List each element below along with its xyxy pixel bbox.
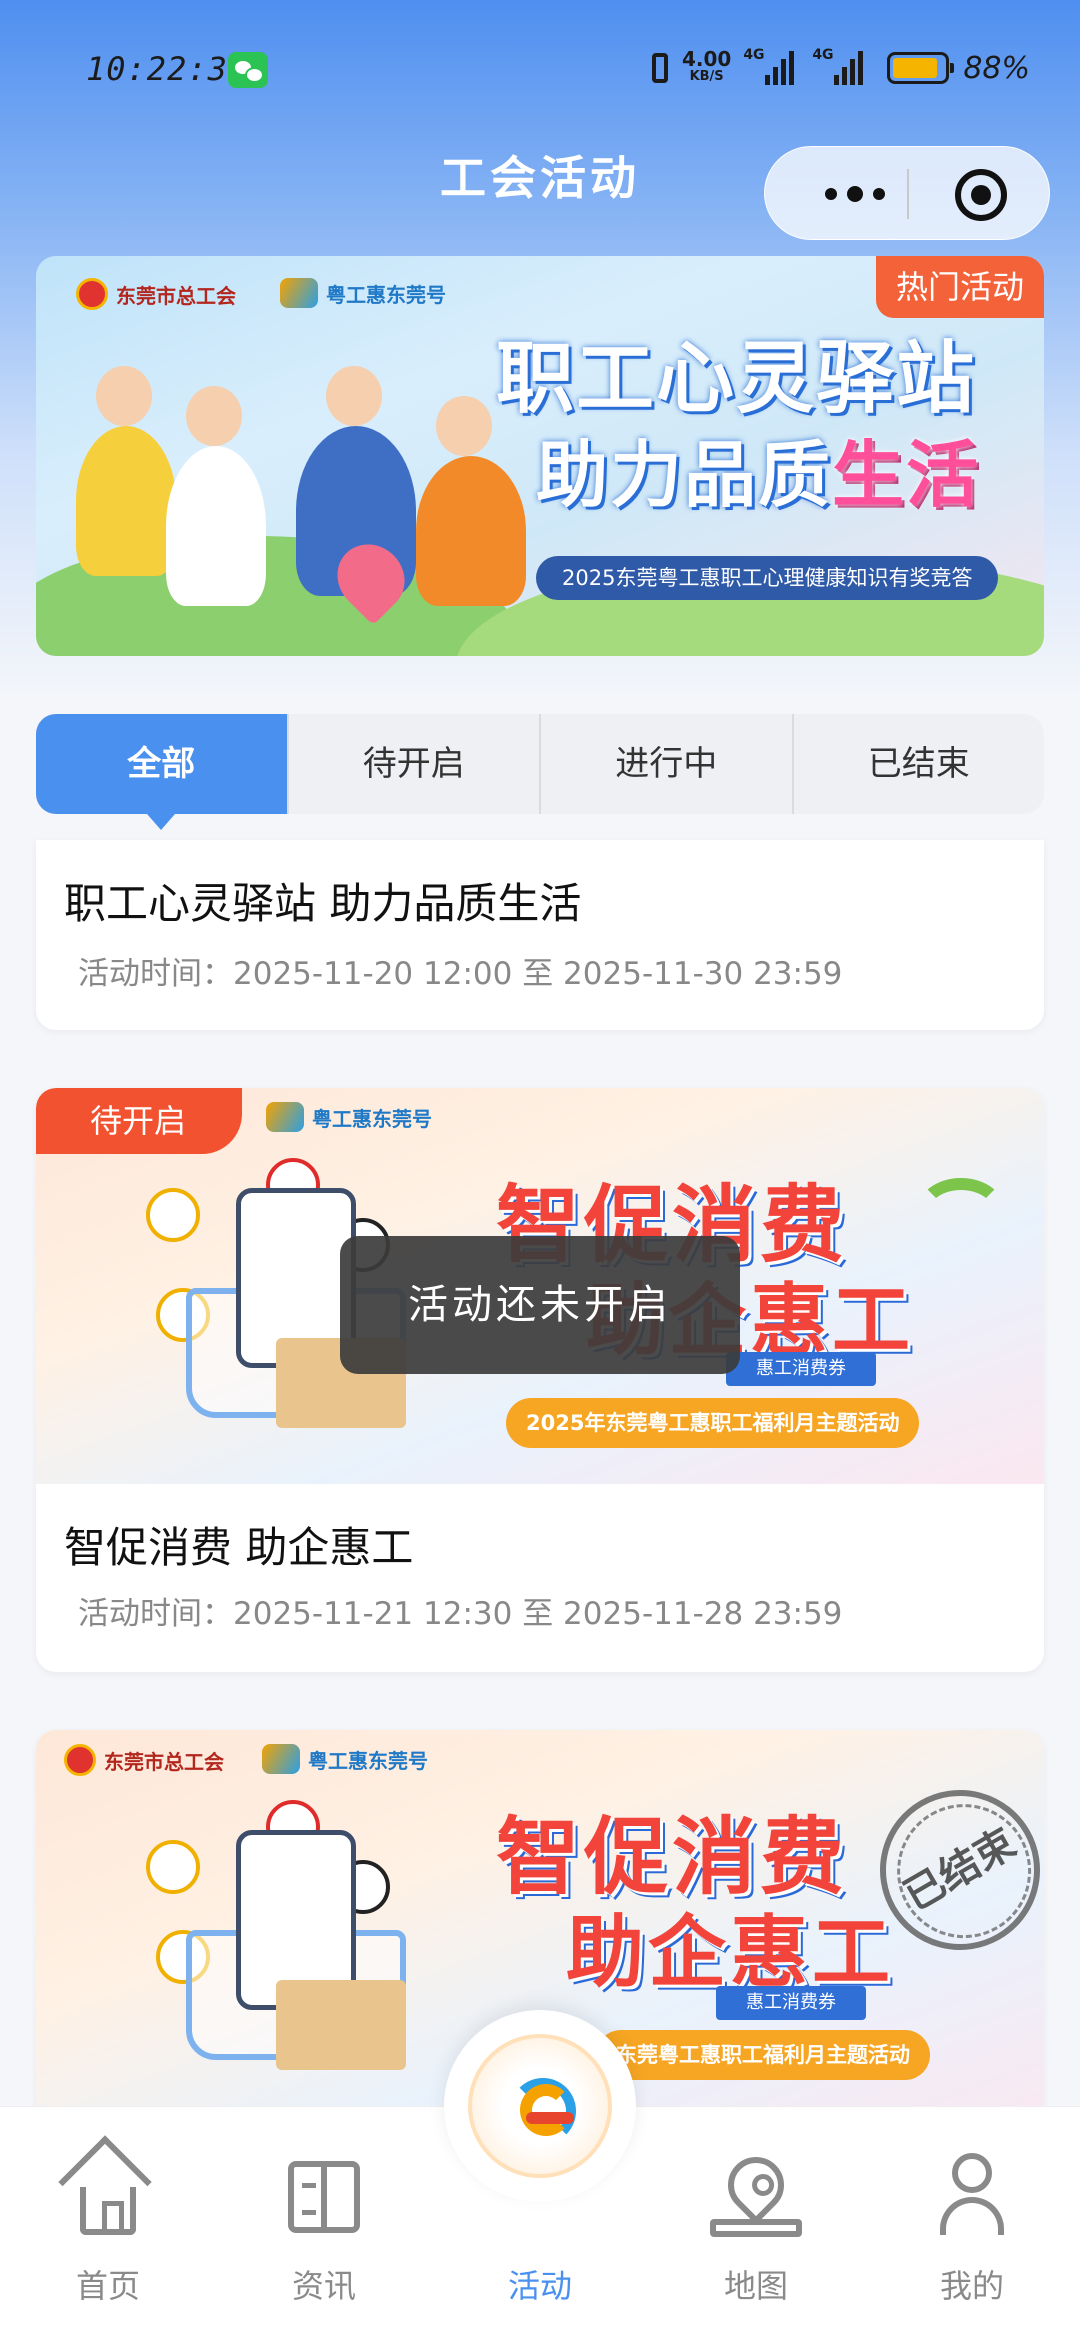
promo-subtitle: 东莞粤工惠职工福利月主题活动 xyxy=(596,2030,930,2080)
union-emblem-icon xyxy=(76,278,108,310)
coupon-coin-icon xyxy=(146,1840,200,1894)
union-logo-text: 东莞市总工会 xyxy=(104,1749,224,1774)
nav-item-label: 地图 xyxy=(723,2267,788,2305)
wifi-icon xyxy=(916,1178,1006,1248)
home-icon xyxy=(80,2187,136,2235)
worker-illustration xyxy=(96,366,152,426)
more-menu-button[interactable] xyxy=(805,147,905,241)
banner-headline-2-prefix: 助力品质 xyxy=(536,433,833,517)
ygh-logo-text: 粤工惠东莞号 xyxy=(312,1106,432,1131)
activity-title: 职工心灵驿站 助力品质生活 xyxy=(64,879,582,928)
network-speed: 4.00 KB/S xyxy=(682,49,731,86)
ygh-emblem-icon xyxy=(266,1102,304,1132)
ygh-logo-text: 粤工惠东莞号 xyxy=(308,1748,428,1773)
logo-icon-arc xyxy=(520,2084,572,2136)
coupon-badge: 惠工消费券 xyxy=(716,1986,866,2020)
coupon-badge: 惠工消费券 xyxy=(726,1352,876,1386)
banner-headline-2-highlight: 生活 xyxy=(832,433,981,517)
coupon-coin-icon xyxy=(146,1188,200,1242)
status-time: 10:22:31 xyxy=(86,50,249,88)
activity-time: 活动时间：2025-11-21 12:30 至 2025-11-28 23:59 xyxy=(78,1596,843,1632)
signal-label-2: 4G xyxy=(812,47,834,63)
status-indicators: 4.00 KB/S 4G 4G 88% xyxy=(651,46,1030,90)
user-icon xyxy=(952,2153,992,2193)
banner-subtitle: 2025东莞粤工惠职工心理健康知识有奖竞答 xyxy=(536,556,999,600)
battery-fill xyxy=(893,58,938,78)
status-bar: 10:22:31 4.00 KB/S 4G 4G 88% xyxy=(0,0,1080,140)
signal-icon: 4G xyxy=(743,47,795,85)
ygh-logo: 粤工惠东莞号 xyxy=(262,1744,428,1774)
ygh-logo-text: 粤工惠东莞号 xyxy=(326,282,446,307)
book-icon xyxy=(288,2161,360,2233)
nav-item-label: 活动 xyxy=(507,2267,572,2305)
activity-logo-button[interactable] xyxy=(444,2010,636,2202)
builder-illustration xyxy=(416,456,526,606)
close-miniapp-button[interactable] xyxy=(955,169,1007,221)
logo-icon-bar xyxy=(526,2112,574,2124)
nav-item-label: 资讯 xyxy=(291,2267,356,2305)
nav-item-label: 首页 xyxy=(75,2267,140,2305)
activity-card[interactable]: 粤工惠东莞号 智促消费 助企惠工 惠工消费券 2025年东莞粤工惠职工福利月主题… xyxy=(36,1088,1044,1672)
ygh-emblem-icon xyxy=(262,1744,300,1774)
tab-all[interactable]: 全部 xyxy=(36,714,287,830)
banner-headline-1: 职工心灵驿站 xyxy=(496,334,977,424)
nav-item-label: 我的 xyxy=(939,2267,1004,2305)
ygh-logo: 粤工惠东莞号 xyxy=(280,278,446,308)
tab-ongoing[interactable]: 进行中 xyxy=(539,714,792,814)
filter-tabs: 全部 待开启 进行中 已结束 xyxy=(36,714,1045,830)
nav-item-profile[interactable]: 我的 xyxy=(864,2107,1080,2344)
capsule-divider xyxy=(907,169,909,219)
nav-item-news[interactable]: 资讯 xyxy=(216,2107,432,2344)
map-base-icon xyxy=(710,2219,802,2237)
ygh-logo: 粤工惠东莞号 xyxy=(266,1102,432,1132)
union-logo-text: 东莞市总工会 xyxy=(116,283,236,308)
hot-activity-tag: 热门活动 xyxy=(875,256,1044,318)
signal-icon-2: 4G xyxy=(812,47,864,85)
user-icon-body xyxy=(940,2197,1004,2235)
status-badge: 待开启 xyxy=(36,1088,243,1154)
activity-time: 活动时间：2025-11-20 12:00 至 2025-11-30 23:59 xyxy=(78,956,843,992)
map-pin-icon xyxy=(716,2145,796,2225)
union-emblem-icon xyxy=(64,1744,96,1776)
wechat-notification-icon xyxy=(228,52,268,88)
tab-ended[interactable]: 已结束 xyxy=(791,714,1045,814)
battery-icon xyxy=(887,52,955,84)
union-logo: 东莞市总工会 xyxy=(76,278,236,310)
union-logo: 东莞市总工会 xyxy=(64,1744,224,1776)
signal-label: 4G xyxy=(743,47,765,63)
worker-illustration xyxy=(76,426,176,576)
police-illustration xyxy=(326,366,382,426)
nav-item-home[interactable]: 首页 xyxy=(0,2107,216,2344)
nurse-illustration xyxy=(186,386,242,446)
tab-upcoming[interactable]: 待开启 xyxy=(286,714,540,814)
builder-illustration xyxy=(436,396,492,456)
nurse-illustration xyxy=(166,446,266,606)
miniapp-capsule xyxy=(764,146,1050,240)
vibrate-icon xyxy=(651,53,668,83)
ygh-emblem-icon xyxy=(280,278,318,308)
activity-card[interactable]: 职工心灵驿站 助力品质生活 活动时间：2025-11-20 12:00 至 20… xyxy=(36,840,1044,1030)
activity-title: 智促消费 助企惠工 xyxy=(64,1523,414,1572)
toast-message: 活动还未开启 xyxy=(340,1236,740,1374)
banner-headline-2: 助力品质生活 xyxy=(536,416,980,521)
promo-subtitle: 2025年东莞粤工惠职工福利月主题活动 xyxy=(506,1398,920,1448)
hero-banner[interactable]: 东莞市总工会 粤工惠东莞号 职工心灵驿站 助力品质生活 2025东莞粤工惠职工心… xyxy=(36,256,1044,656)
battery-percent: 88% xyxy=(963,50,1030,86)
logo-icon xyxy=(468,2034,612,2178)
nav-item-map[interactable]: 地图 xyxy=(648,2107,864,2344)
parcel-illustration xyxy=(276,1980,406,2070)
